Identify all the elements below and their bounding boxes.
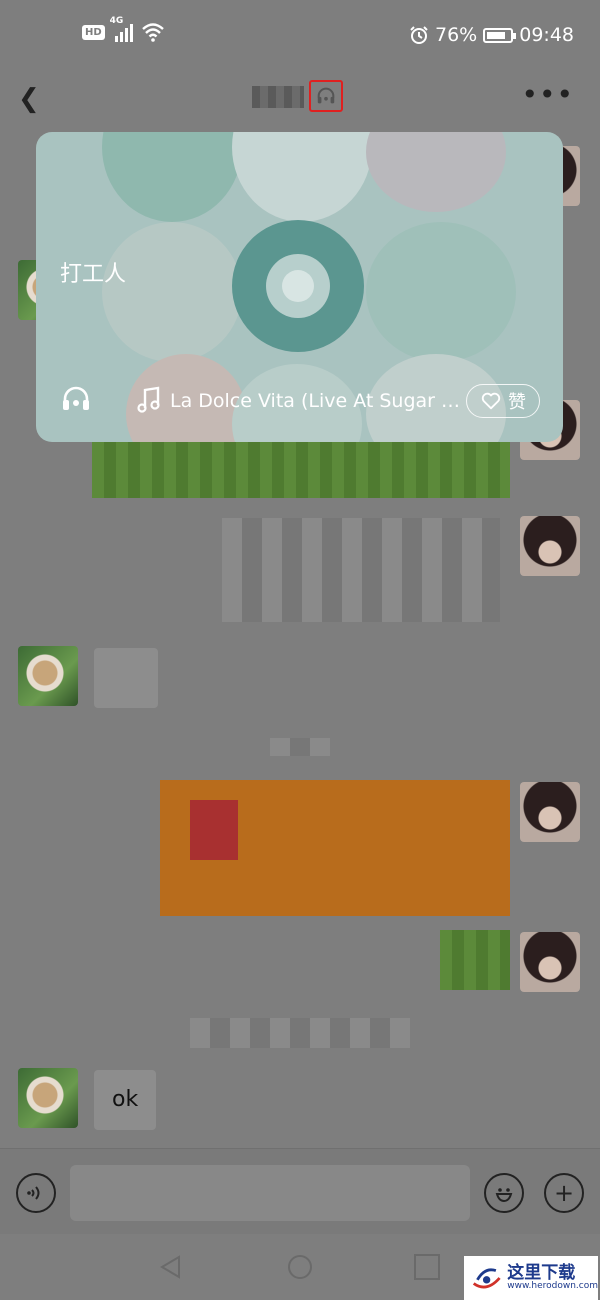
- emoji-icon[interactable]: [484, 1173, 524, 1213]
- network-label: 4G: [109, 16, 124, 26]
- avatar-friend[interactable]: [18, 646, 78, 706]
- card-bg-circle: [232, 132, 372, 222]
- avatar-self[interactable]: [520, 932, 580, 992]
- avatar-friend[interactable]: [18, 1068, 78, 1128]
- nav-recents-icon[interactable]: [414, 1254, 440, 1280]
- message-bubble-ok[interactable]: ok: [94, 1070, 156, 1130]
- site-watermark: 这里下载 www.herodown.com: [464, 1256, 598, 1300]
- card-bg-circle: [366, 132, 506, 212]
- music-note-icon: [137, 386, 160, 413]
- listen-together-card[interactable]: 打工人 La Dolce Vita (Live At Sugar M... 赞: [36, 132, 563, 442]
- like-button[interactable]: 赞: [466, 384, 540, 418]
- wifi-icon: [141, 23, 164, 42]
- message-blurred[interactable]: [94, 648, 158, 708]
- hd-badge: HD: [82, 24, 105, 40]
- card-bg-circle: [366, 222, 516, 362]
- message-text: ok: [112, 1087, 139, 1112]
- site-logo-icon: [472, 1268, 501, 1289]
- like-label: 赞: [508, 392, 526, 413]
- headphone-icon: [317, 87, 335, 104]
- battery-percent: 76%: [435, 24, 478, 46]
- avatar-self[interactable]: [520, 782, 580, 842]
- listen-room-name: 打工人: [60, 262, 127, 287]
- battery-icon: [483, 27, 517, 43]
- chat-header: ❮ •••: [0, 72, 600, 122]
- nav-home-icon[interactable]: [287, 1254, 313, 1280]
- avatar-self[interactable]: [520, 516, 580, 576]
- timestamp-blurred: [270, 738, 330, 756]
- card-bg-circle: [102, 132, 242, 222]
- clock: 09:48: [519, 24, 574, 46]
- message-blurred-link[interactable]: [222, 518, 500, 622]
- red-packet-icon: [190, 800, 238, 860]
- chat-title-blurred: [252, 86, 304, 108]
- composer-bar: +: [0, 1148, 600, 1234]
- voice-input-icon[interactable]: [16, 1173, 56, 1213]
- vinyl-disc-icon: [232, 220, 364, 352]
- watermark-name: 这里下载: [507, 1262, 576, 1283]
- alarm-icon: [410, 26, 428, 44]
- nav-back-icon[interactable]: [158, 1254, 184, 1280]
- watermark-url: www.herodown.com: [507, 1281, 598, 1292]
- heart-icon: [481, 392, 501, 410]
- song-title[interactable]: La Dolce Vita (Live At Sugar M...: [170, 390, 466, 412]
- more-options-icon[interactable]: •••: [521, 78, 574, 111]
- headphone-icon: [63, 386, 89, 410]
- card-bg-circle: [102, 222, 242, 362]
- status-bar: HD 4G 76% 09:48: [0, 0, 600, 72]
- listen-together-button[interactable]: [309, 80, 343, 112]
- add-more-icon[interactable]: +: [544, 1173, 584, 1213]
- signal-icon: 4G: [110, 16, 135, 42]
- message-blurred[interactable]: [92, 440, 510, 498]
- message-input[interactable]: [70, 1165, 470, 1221]
- back-icon[interactable]: ❮: [18, 84, 40, 114]
- sticker-message[interactable]: [440, 930, 510, 990]
- red-packet-message[interactable]: [160, 780, 510, 916]
- system-notice-blurred: [190, 1018, 410, 1048]
